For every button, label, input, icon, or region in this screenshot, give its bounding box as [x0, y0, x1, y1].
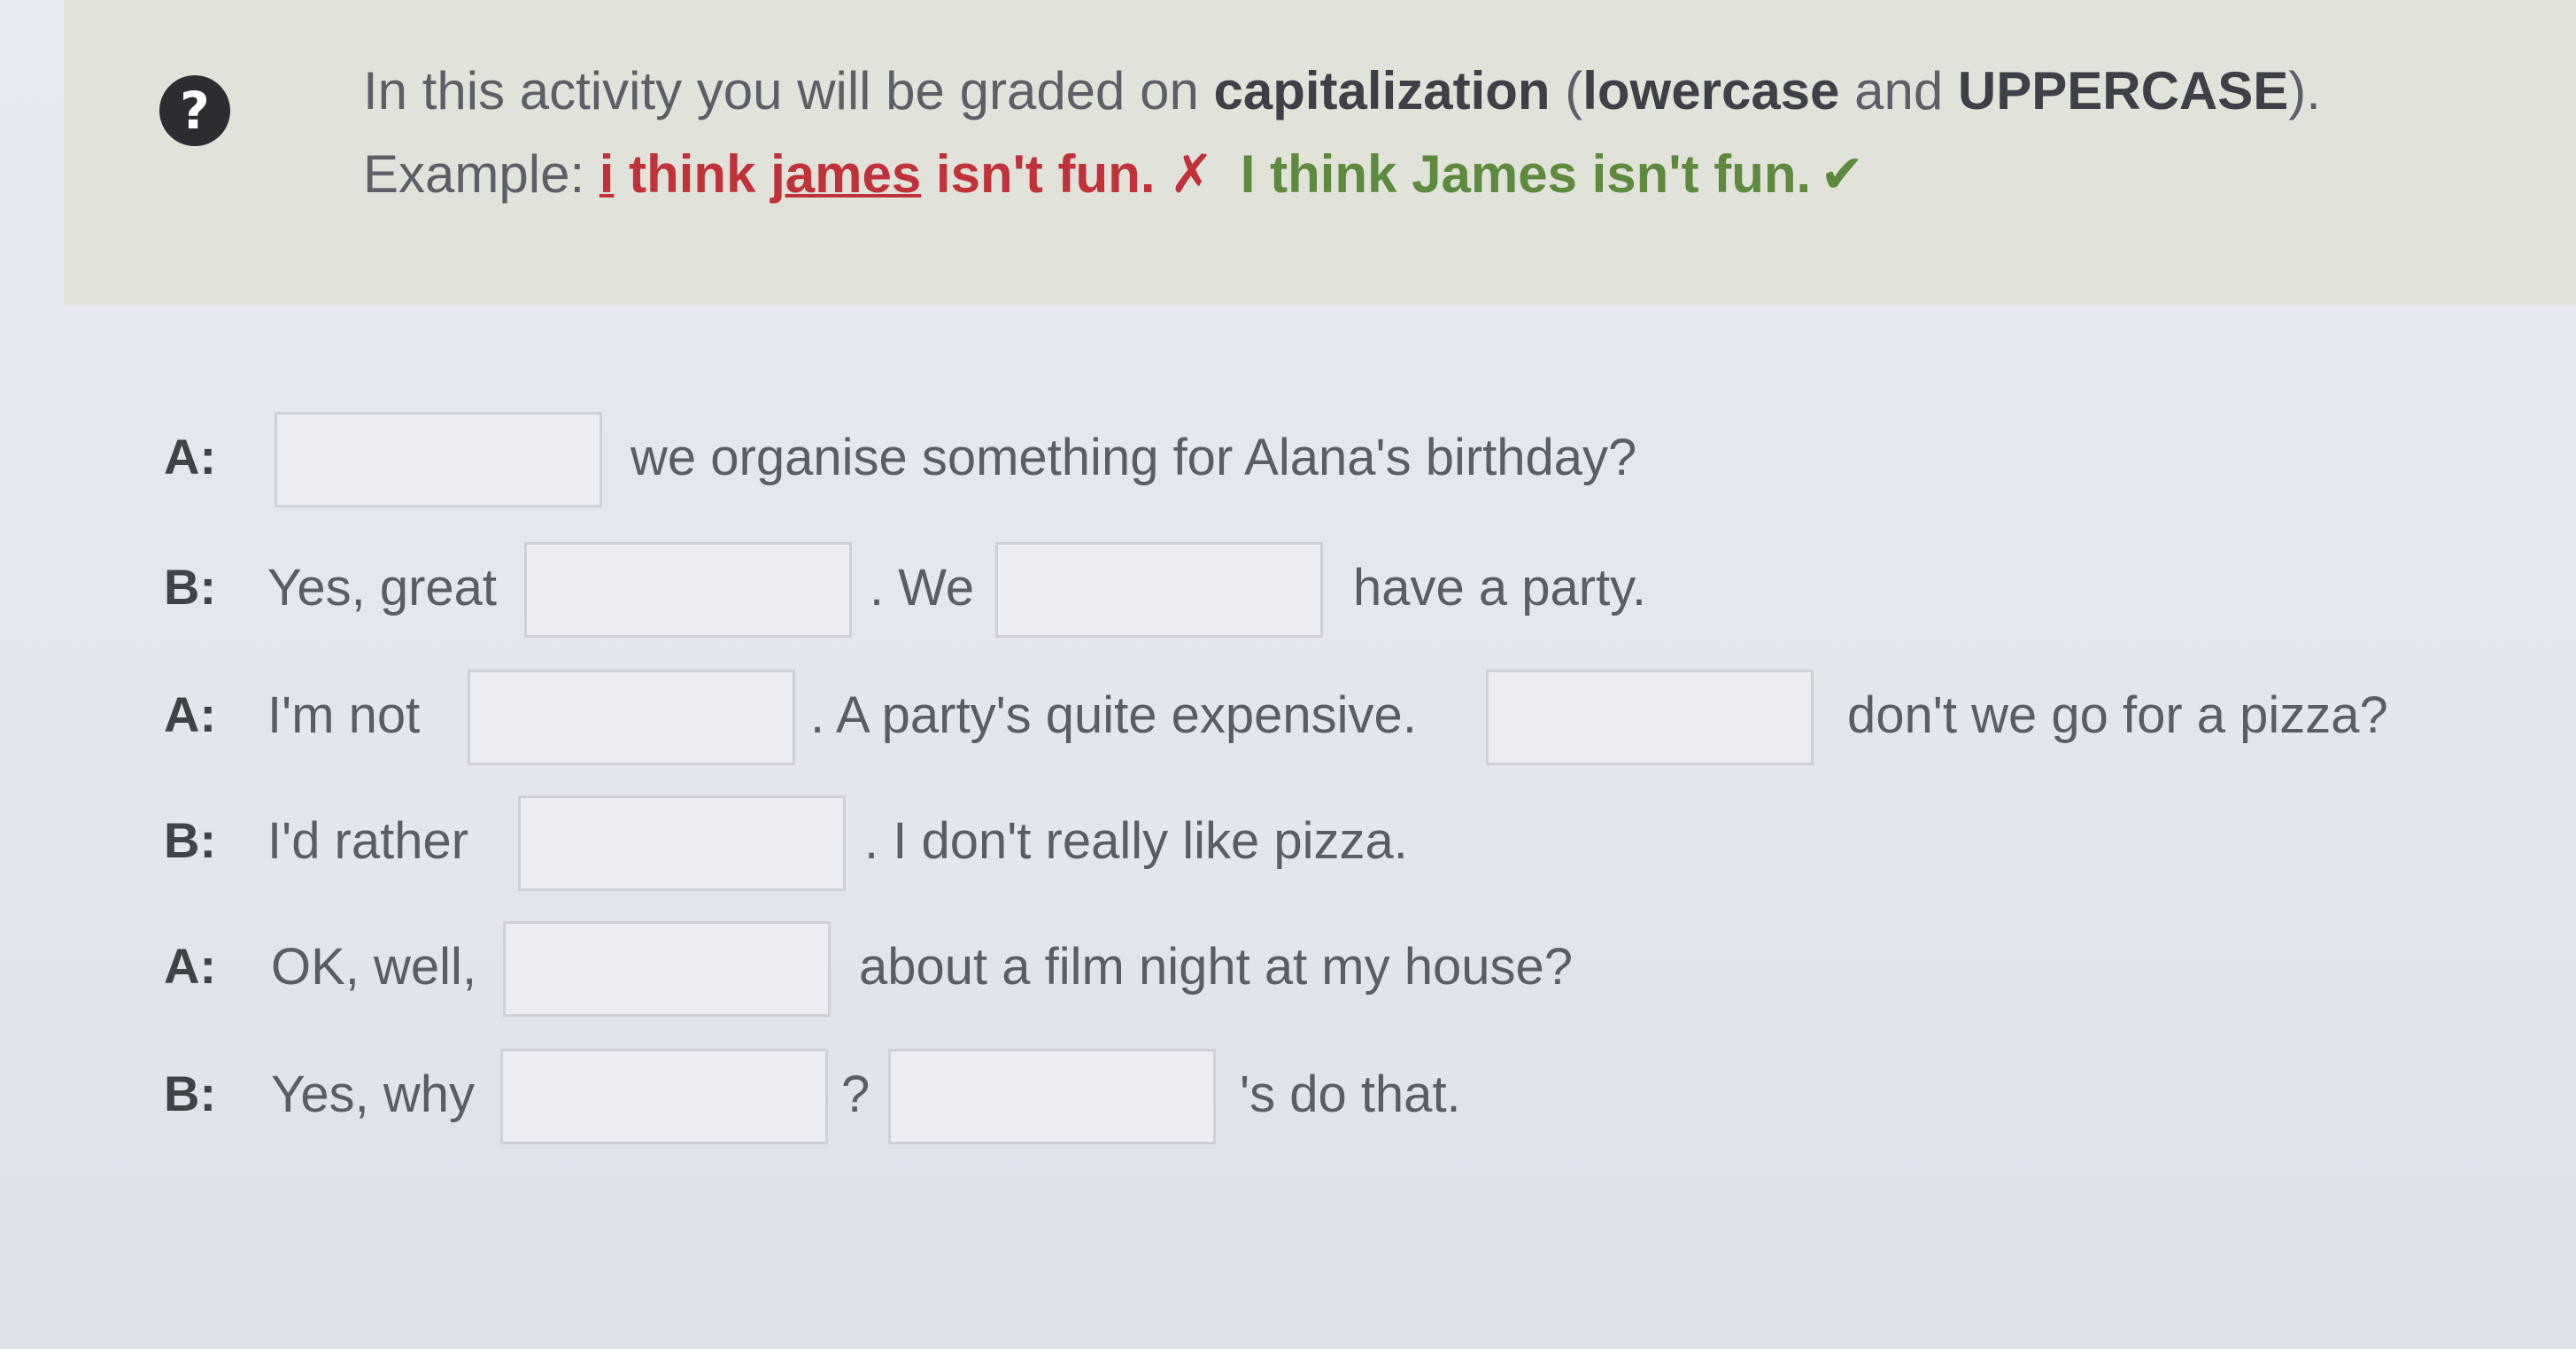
example-correct-sentence: I think James isn't fun. [1240, 144, 1812, 204]
dialogue-line-4: B: I'd rather . I don't really like pizz… [0, 795, 2576, 893]
dialogue-text: . I don't really like pizza. [864, 812, 1408, 870]
instructions-paren: ( [1550, 61, 1583, 120]
dialogue-text: don't we go for a pizza? [1847, 686, 2388, 744]
dialogue-text: Yes, why [271, 1066, 475, 1123]
dialogue-text: have a party. [1353, 559, 1647, 616]
dialogue-text: about a film night at my house? [859, 938, 1574, 996]
dialogue-text: 's do that. [1240, 1066, 1461, 1123]
dialogue-line-5: A: OK, well, about a film night at my ho… [0, 921, 2576, 1019]
speaker-label: A: [164, 938, 217, 994]
answer-blank-5[interactable] [1486, 670, 1814, 765]
answer-blank-9[interactable] [888, 1049, 1216, 1144]
dialogue-line-1: A: we organise something for Alana's bir… [0, 412, 2576, 509]
instructions-prefix: In this activity you will be graded on [363, 61, 1214, 120]
dialogue-text: OK, well, [271, 938, 477, 996]
speaker-label: B: [164, 559, 217, 615]
instructions-and: and [1839, 61, 1958, 120]
instructions-text: In this activity you will be graded on c… [363, 60, 2321, 121]
dialogue-text: . A party's quite expensive. [810, 686, 1417, 744]
answer-blank-2[interactable] [524, 542, 852, 638]
dialogue-text: I'm not [267, 686, 421, 744]
answer-blank-7[interactable] [503, 921, 831, 1017]
example-label: Example: [363, 144, 600, 204]
cross-icon: ✗ [1169, 144, 1214, 204]
speaker-label: B: [164, 812, 217, 868]
help-icon[interactable]: ? [159, 75, 230, 146]
activity-page: ? In this activity you will be graded on… [0, 0, 2576, 1349]
example-line: Example: i think james isn't fun. ✗ I thin… [363, 143, 1864, 205]
answer-blank-6[interactable] [518, 795, 846, 891]
instructions-suffix: ). [2288, 61, 2321, 120]
dialogue-text: . We [870, 559, 975, 616]
dialogue-text: I'd rather [267, 812, 469, 870]
check-icon: ✔ [1820, 144, 1865, 204]
example-wrong-sentence: i think james isn't fun. [600, 144, 1156, 204]
example-wrong-mid: think [614, 144, 771, 204]
dialogue-text: ? [841, 1066, 870, 1123]
dialogue-line-2: B: Yes, great . We have a party. [0, 542, 2576, 640]
dialogue-line-3: A: I'm not . A party's quite expensive. … [0, 670, 2576, 767]
instructions-keyword-capitalization: capitalization [1213, 61, 1551, 120]
instructions-keyword-uppercase: UPPERCASE [1957, 61, 2289, 120]
answer-blank-8[interactable] [500, 1049, 828, 1144]
answer-blank-4[interactable] [468, 670, 795, 765]
instructions-keyword-lowercase: lowercase [1582, 61, 1840, 120]
answer-blank-3[interactable] [995, 542, 1323, 638]
dialogue-text: Yes, great [267, 559, 498, 616]
dialogue-line-6: B: Yes, why ? 's do that. [0, 1049, 2576, 1146]
speaker-label: A: [164, 429, 217, 485]
speaker-label: A: [164, 686, 217, 742]
example-wrong-word-james: james [770, 144, 922, 204]
example-wrong-tail: isn't fun. [921, 144, 1156, 204]
example-wrong-word-i: i [599, 144, 615, 204]
answer-blank-1[interactable] [275, 412, 602, 508]
speaker-label: B: [164, 1066, 217, 1121]
dialogue-text: we organise something for Alana's birthd… [630, 429, 1637, 486]
